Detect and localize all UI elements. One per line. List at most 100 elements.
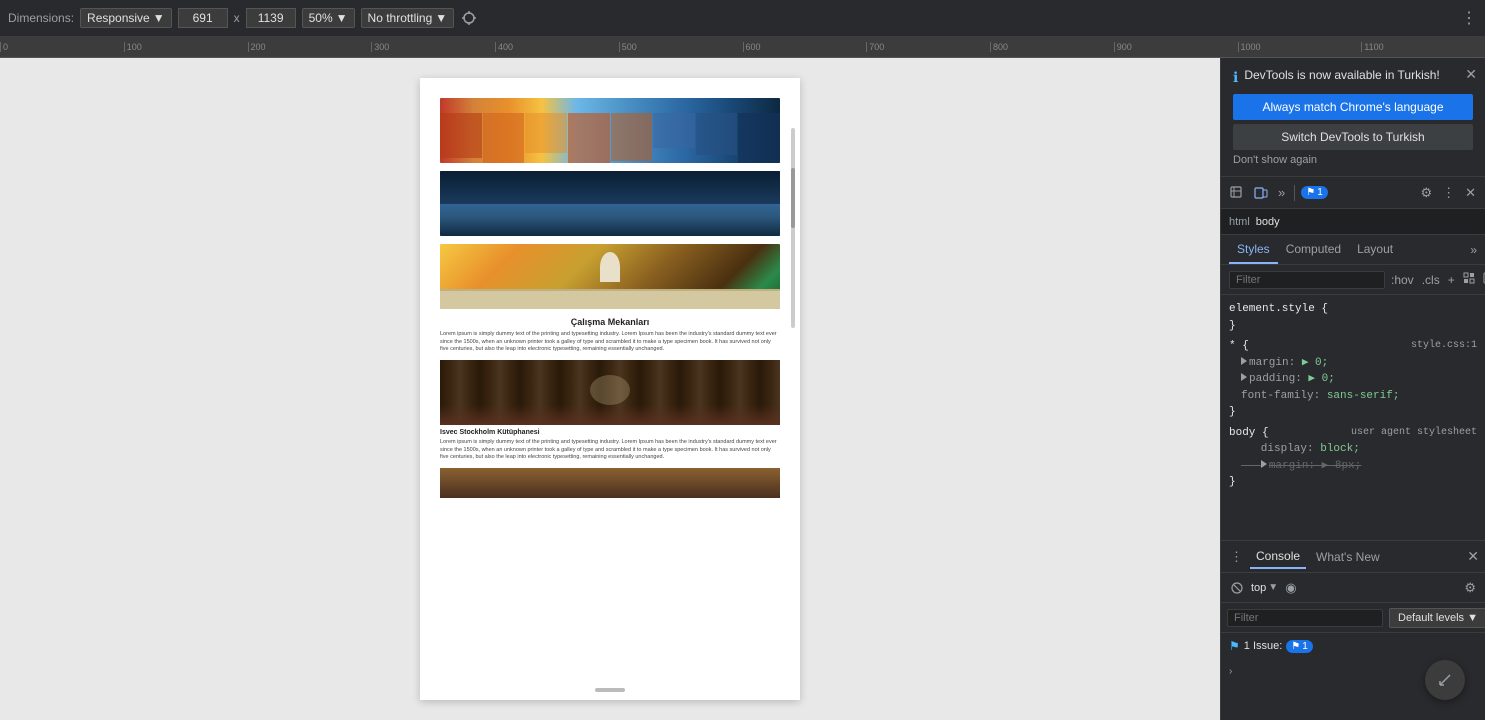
issue-text: 1 Issue:: [1244, 640, 1283, 652]
expand-icon[interactable]: [1241, 357, 1247, 365]
issue-badge: ⚑ 1: [1286, 640, 1313, 653]
css-origin: style.css:1: [1411, 338, 1477, 353]
computed-view-button[interactable]: [1481, 270, 1485, 289]
css-close-brace: }: [1229, 320, 1236, 332]
main-lorem-text: Lorem ipsum is simply dummy text of the …: [440, 331, 780, 354]
css-close-brace: }: [1229, 406, 1236, 418]
ruler-mark: 500: [619, 42, 743, 52]
console-icons-row: top ▼ ◉ ⚙: [1221, 573, 1485, 603]
tab-whats-new[interactable]: What's New: [1310, 546, 1386, 568]
filter-input[interactable]: [1229, 271, 1385, 289]
toggle-state-button[interactable]: [1461, 270, 1477, 289]
more-options-button[interactable]: ⋮: [1439, 182, 1458, 204]
devtools-panel: ℹ DevTools is now available in Turkish! …: [1220, 58, 1485, 720]
console-issue-row[interactable]: ⚑ 1 Issue: ⚑ 1: [1221, 633, 1485, 659]
scrollbar-thumb[interactable]: [791, 168, 795, 228]
breadcrumb-body[interactable]: body: [1256, 216, 1280, 228]
tab-styles[interactable]: Styles: [1229, 236, 1278, 264]
notice-close-button[interactable]: ✕: [1465, 66, 1477, 83]
css-rule-universal: * { style.css:1 margin: ▶ 0; padding: ▶ …: [1221, 336, 1485, 423]
responsive-label: Responsive: [87, 11, 150, 25]
css-origin: user agent stylesheet: [1351, 425, 1477, 440]
issues-flag-icon: ⚑: [1306, 187, 1315, 198]
ruler-mark: 400: [495, 42, 619, 52]
ruler-mark: 100: [124, 42, 248, 52]
console-filter-row: Default levels ▼: [1221, 603, 1485, 633]
bottom-image: [440, 468, 780, 498]
ruler-mark: 800: [990, 42, 1114, 52]
tab-layout[interactable]: Layout: [1349, 236, 1401, 264]
more-options-icon[interactable]: ⋮: [1461, 8, 1477, 28]
notice-header: ℹ DevTools is now available in Turkish!: [1233, 68, 1473, 86]
tab-computed[interactable]: Computed: [1278, 236, 1349, 264]
console-close-button[interactable]: ✕: [1467, 548, 1479, 565]
top-select-container[interactable]: top ▼: [1251, 582, 1278, 594]
library-image: [440, 360, 780, 425]
console-expand-icon[interactable]: ›: [1229, 666, 1232, 677]
top-arrow: ▼: [1268, 582, 1278, 593]
drag-corner-icon[interactable]: [1425, 660, 1465, 700]
issue-flag-icon: ⚑: [1229, 639, 1240, 653]
css-selector: * {: [1229, 340, 1249, 352]
section-title: Çalışma Mekanları: [440, 317, 780, 327]
expand-icon[interactable]: [1241, 373, 1247, 381]
hov-button[interactable]: :hov: [1389, 271, 1416, 289]
settings-button[interactable]: ⚙: [1417, 182, 1435, 204]
element-breadcrumb: html body: [1221, 209, 1485, 235]
breadcrumb-html[interactable]: html: [1229, 216, 1250, 228]
console-more-icon[interactable]: ⋮: [1227, 546, 1246, 568]
issue-flag-badge: ⚑: [1291, 641, 1300, 652]
dont-show-again-link[interactable]: Don't show again: [1233, 154, 1473, 166]
ruler-mark: 200: [248, 42, 372, 52]
console-settings-button[interactable]: ⚙: [1461, 577, 1479, 599]
always-match-language-button[interactable]: Always match Chrome's language: [1233, 94, 1473, 120]
ruler-mark: 600: [743, 42, 867, 52]
cls-button[interactable]: .cls: [1420, 271, 1442, 289]
dimensions-label: Dimensions:: [8, 11, 74, 25]
css-property: padding: ▶ 0;: [1241, 373, 1335, 385]
devtools-toolbar: » ⚑ 1 ⚙ ⋮ ✕: [1221, 177, 1485, 209]
console-clear-button[interactable]: [1227, 578, 1247, 598]
library-title: Isvec Stockholm Kütüphanesi: [440, 429, 780, 436]
css-content: element.style { } * { style.css:1 margin…: [1221, 295, 1485, 540]
close-devtools-button[interactable]: ✕: [1462, 182, 1479, 204]
css-property: display: block;: [1241, 443, 1360, 455]
eye-button[interactable]: ◉: [1282, 577, 1299, 599]
resize-handle[interactable]: [595, 688, 625, 692]
throttling-select[interactable]: No throttling ▼: [361, 8, 455, 28]
page-image-cathedral: [440, 244, 780, 309]
default-levels-select[interactable]: Default levels ▼: [1389, 608, 1485, 628]
plus-button[interactable]: +: [1446, 271, 1457, 289]
expand-icon[interactable]: [1261, 460, 1267, 468]
top-toolbar: Dimensions: Responsive ▼ x 50% ▼ No thro…: [0, 0, 1485, 36]
ruler-mark: 0: [0, 42, 124, 52]
ruler-mark: 700: [866, 42, 990, 52]
device-mode-button[interactable]: [1251, 183, 1271, 203]
library-section: Isvec Stockholm Kütüphanesi Lorem ipsum …: [440, 360, 780, 462]
tab-console[interactable]: Console: [1250, 545, 1306, 569]
console-filter-input[interactable]: [1227, 609, 1383, 627]
issues-count: 1: [1317, 187, 1323, 198]
responsive-arrow: ▼: [153, 11, 165, 25]
page-frame: Çalışma Mekanları Lorem ipsum is simply …: [420, 78, 800, 700]
ruler: 0 100 200 300 400 500 600 700 800 900 10…: [0, 36, 1485, 58]
css-property-strikethrough: margin: ▶ 8px;: [1241, 460, 1361, 472]
issue-count: 1: [1302, 641, 1308, 652]
more-tools-button[interactable]: »: [1275, 182, 1288, 203]
inspect-element-button[interactable]: [1227, 183, 1247, 203]
responsive-select[interactable]: Responsive ▼: [80, 8, 172, 28]
notice-info-icon: ℹ: [1233, 69, 1238, 86]
page-preview[interactable]: Çalışma Mekanları Lorem ipsum is simply …: [0, 58, 1220, 720]
tabs-more-icon[interactable]: »: [1470, 243, 1477, 257]
height-input[interactable]: [246, 8, 296, 28]
switch-devtools-turkish-button[interactable]: Switch DevTools to Turkish: [1233, 124, 1473, 150]
ruler-mark: 1100: [1361, 42, 1485, 52]
css-property: font-family: sans-serif;: [1241, 390, 1399, 402]
width-input[interactable]: [178, 8, 228, 28]
dimension-x: x: [234, 11, 240, 25]
issues-badge[interactable]: ⚑ 1: [1301, 186, 1328, 199]
capture-icon[interactable]: [460, 9, 478, 27]
css-close-brace: }: [1229, 476, 1236, 488]
main-area: Çalışma Mekanları Lorem ipsum is simply …: [0, 58, 1485, 720]
zoom-select[interactable]: 50% ▼: [302, 8, 355, 28]
